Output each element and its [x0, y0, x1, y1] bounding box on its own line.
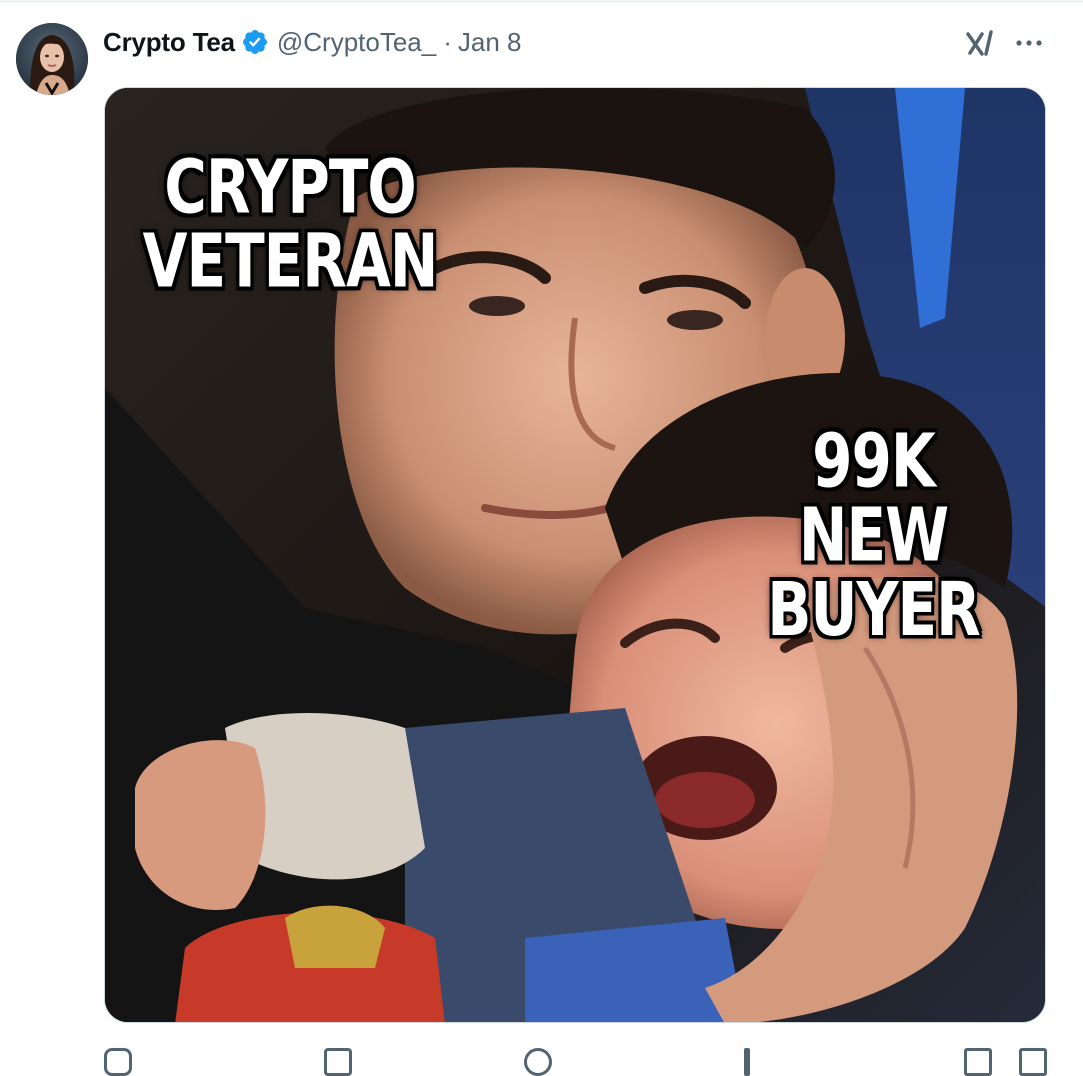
caption-line: VETERAN	[142, 217, 439, 305]
caption-line: NEW BUYER	[767, 491, 981, 653]
avatar[interactable]	[16, 23, 88, 95]
tweet-header: Crypto Tea @CryptoTea_ · Jan 8	[103, 24, 522, 60]
avatar-image	[16, 23, 88, 95]
post-date[interactable]: Jan 8	[458, 27, 522, 58]
caption-line: 99K	[812, 417, 936, 505]
meme-caption-top: CRYPTO VETERAN	[125, 150, 455, 298]
more-options-icon[interactable]	[1014, 30, 1044, 56]
action-bar	[104, 1040, 1047, 1076]
verified-badge-icon[interactable]	[241, 28, 269, 56]
share-icon[interactable]	[1019, 1048, 1047, 1076]
like-icon[interactable]	[524, 1048, 552, 1076]
reply-icon[interactable]	[104, 1048, 132, 1076]
separator-dot: ·	[443, 26, 452, 57]
meme-caption-bottom: 99K NEW BUYER	[691, 417, 1045, 653]
author-name[interactable]: Crypto Tea	[103, 27, 235, 58]
tweet[interactable]: Crypto Tea @CryptoTea_ · Jan 8 CRYPTO VE…	[0, 0, 1083, 1076]
views-icon[interactable]	[744, 1048, 750, 1076]
caption-line: CRYPTO	[164, 143, 416, 231]
author-handle[interactable]: @CryptoTea_	[277, 27, 436, 58]
repost-icon[interactable]	[324, 1048, 352, 1076]
grok-icon[interactable]	[964, 26, 998, 60]
bookmark-icon[interactable]	[964, 1048, 992, 1076]
tweet-image[interactable]: CRYPTO VETERAN 99K NEW BUYER	[104, 87, 1046, 1023]
